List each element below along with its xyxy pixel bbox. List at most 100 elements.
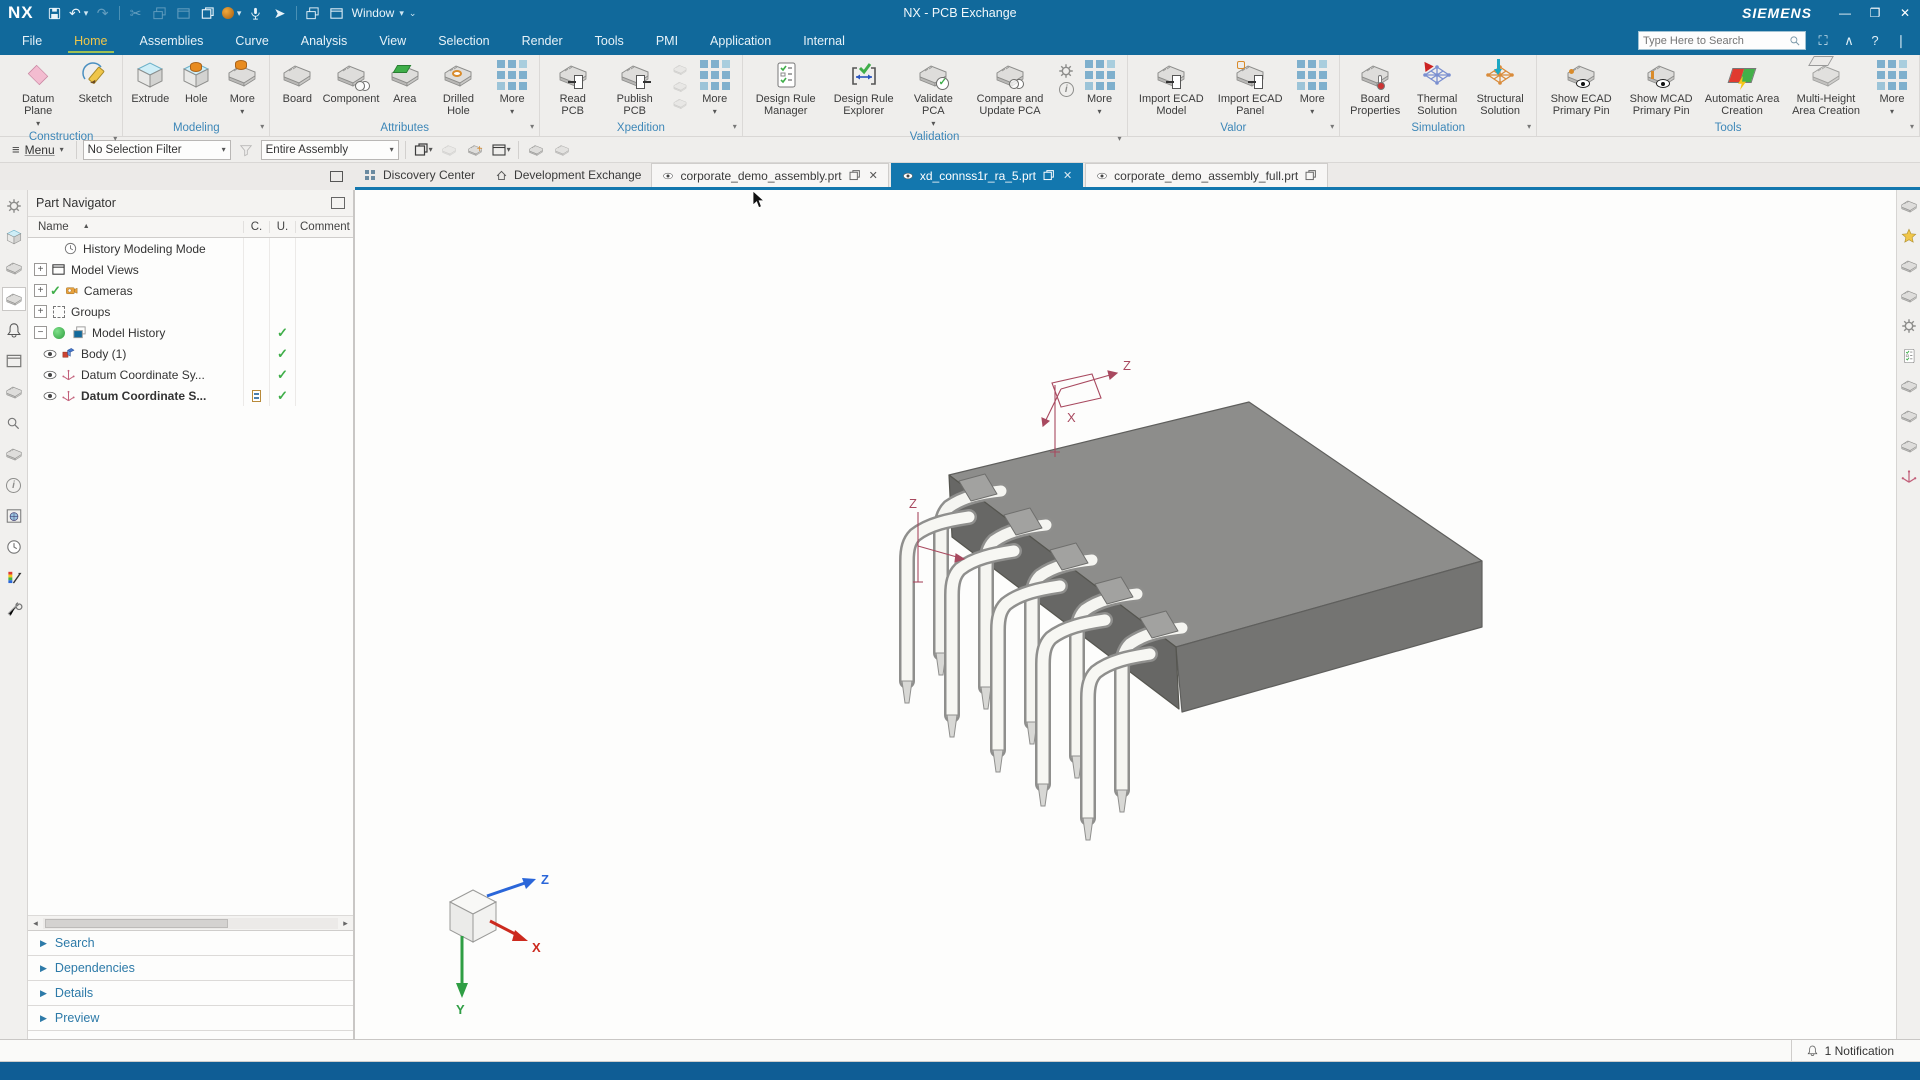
- copy-button[interactable]: [149, 3, 171, 23]
- cascade-windows-button[interactable]: [302, 3, 324, 23]
- new-window-button[interactable]: [326, 3, 348, 23]
- minimize-ribbon-icon[interactable]: ∧: [1840, 33, 1858, 49]
- show-only-button[interactable]: +: [464, 140, 486, 160]
- menu-render[interactable]: Render: [506, 29, 579, 53]
- menu-application[interactable]: Application: [694, 29, 787, 53]
- design-rules-icon[interactable]: [1899, 346, 1919, 366]
- component-icon[interactable]: [1899, 376, 1919, 396]
- restore-button[interactable]: ❐: [1860, 0, 1890, 26]
- section-search[interactable]: ▶Search: [28, 931, 353, 956]
- validation-more-button[interactable]: More: [1077, 58, 1123, 119]
- assembly-navigator-icon[interactable]: [2, 225, 26, 249]
- touch-mode-button[interactable]: [197, 3, 219, 23]
- tree-row-groups[interactable]: + Groups: [28, 301, 353, 322]
- panel-dock-icon[interactable]: [331, 197, 345, 209]
- design-rule-explorer-button[interactable]: Design Rule Explorer: [825, 58, 903, 118]
- import-ecad-model-button[interactable]: Import ECAD Model: [1132, 58, 1212, 118]
- menu-view[interactable]: View: [363, 29, 422, 53]
- selection-scope-dropdown[interactable]: Entire Assembly▾: [261, 140, 399, 160]
- menu-home[interactable]: Home: [58, 29, 123, 53]
- tab-discovery-center[interactable]: Discovery Center: [355, 163, 485, 187]
- minimize-button[interactable]: —: [1830, 0, 1860, 26]
- xpedition-more-button[interactable]: More: [692, 58, 738, 119]
- tab-corporate-demo-assembly-full[interactable]: corporate_demo_assembly_full.prt: [1085, 163, 1328, 187]
- menu-assemblies[interactable]: Assemblies: [124, 29, 220, 53]
- tab-development-exchange[interactable]: Development Exchange: [485, 163, 651, 187]
- save-button[interactable]: [44, 3, 66, 23]
- package-icon[interactable]: [2, 349, 26, 373]
- menu-tools[interactable]: Tools: [579, 29, 640, 53]
- section-details[interactable]: ▶Details: [28, 981, 353, 1006]
- import-ecad-panel-button[interactable]: Import ECAD Panel: [1211, 58, 1289, 118]
- part-search-icon[interactable]: [2, 411, 26, 435]
- expand-icon[interactable]: +: [34, 284, 47, 297]
- structural-solution-button[interactable]: Structural Solution: [1468, 58, 1532, 118]
- snap-point-button[interactable]: ▾: [412, 140, 434, 160]
- disabled-pcb-icon[interactable]: [671, 79, 689, 94]
- eye-icon[interactable]: [42, 390, 58, 402]
- notification-button[interactable]: 1 Notification: [1791, 1040, 1920, 1061]
- ribbon-footer-valor[interactable]: Valor: [1130, 119, 1338, 136]
- settings-icon[interactable]: [1899, 316, 1919, 336]
- tree-row-datum-csys-1[interactable]: Datum Coordinate Sy... ✓: [28, 364, 353, 385]
- menu-internal[interactable]: Internal: [787, 29, 861, 53]
- filter-icon[interactable]: [235, 140, 257, 160]
- information-icon[interactable]: [2, 473, 26, 497]
- read-pcb-button[interactable]: Read PCB: [544, 58, 601, 118]
- section-preview[interactable]: ▶Preview: [28, 1006, 353, 1031]
- pin-tab-icon[interactable]: [1304, 169, 1317, 182]
- validation-info-icon[interactable]: [1059, 82, 1074, 97]
- tree-row-model-history[interactable]: − Model History ✓: [28, 322, 353, 343]
- menu-pmi[interactable]: PMI: [640, 29, 694, 53]
- tab-corporate-demo-assembly[interactable]: corporate_demo_assembly.prt ✕: [651, 163, 888, 187]
- tree-column-header[interactable]: Name C. U. Comment: [28, 216, 353, 238]
- highlight-button[interactable]: [438, 140, 460, 160]
- show-ecad-primary-pin-button[interactable]: Show ECAD Primary Pin: [1541, 58, 1621, 118]
- pin-tab-icon[interactable]: [848, 169, 861, 182]
- thermal-solution-button[interactable]: Thermal Solution: [1406, 58, 1468, 118]
- help-icon[interactable]: ?: [1866, 33, 1884, 48]
- command-finder-button[interactable]: ➤: [269, 3, 291, 23]
- show-mcad-primary-pin-button[interactable]: Show MCAD Primary Pin: [1621, 58, 1701, 118]
- automatic-area-creation-button[interactable]: Automatic Area Creation: [1701, 58, 1783, 118]
- part-navigator-icon[interactable]: [2, 287, 26, 311]
- tab-xd-connss1r-ra-5[interactable]: xd_connss1r_ra_5.prt ✕: [891, 163, 1083, 187]
- board-button[interactable]: Board: [274, 58, 320, 106]
- drilled-hole-button[interactable]: Drilled Hole: [428, 58, 489, 118]
- window-menu[interactable]: Window: [352, 6, 395, 20]
- hole-button[interactable]: Hole: [173, 58, 219, 106]
- disabled-pcb-icon[interactable]: [671, 96, 689, 111]
- component-button[interactable]: Component: [320, 58, 381, 106]
- valor-more-button[interactable]: More: [1289, 58, 1335, 119]
- tree-row-cameras[interactable]: + ✓ Cameras: [28, 280, 353, 301]
- settings-icon[interactable]: [2, 194, 26, 218]
- ribbon-footer-attributes[interactable]: Attributes: [272, 119, 537, 136]
- datum-csys-icon[interactable]: [1899, 466, 1919, 486]
- validate-pca-button[interactable]: Validate PCA: [903, 58, 964, 131]
- menu-file[interactable]: File: [6, 29, 58, 53]
- paste-button[interactable]: [173, 3, 195, 23]
- datum-plane-button[interactable]: Datum Plane: [4, 58, 72, 131]
- validation-status-icon[interactable]: [1899, 196, 1919, 216]
- undo-button[interactable]: ↶▾: [68, 3, 90, 23]
- attributes-more-button[interactable]: More: [489, 58, 535, 119]
- web-browser-icon[interactable]: [2, 504, 26, 528]
- ribbon-footer-xpedition[interactable]: Xpedition: [542, 119, 740, 136]
- expand-icon[interactable]: +: [34, 305, 47, 318]
- graphics-window[interactable]: Z X Z Z X Y: [355, 190, 1896, 1039]
- menu-curve[interactable]: Curve: [219, 29, 284, 53]
- mentor-star-icon[interactable]: [1899, 226, 1919, 246]
- notification-flag-icon[interactable]: ❘: [1892, 33, 1910, 49]
- ribbon-footer-simulation[interactable]: Simulation: [1342, 119, 1534, 136]
- search-input[interactable]: [1643, 35, 1789, 47]
- constraint-navigator-icon[interactable]: [2, 256, 26, 280]
- navigator-dock-icon[interactable]: [330, 171, 343, 182]
- multi-height-area-creation-button[interactable]: Multi-Height Area Creation: [1783, 58, 1869, 118]
- window-chip-alt-button[interactable]: [551, 140, 573, 160]
- menu-selection[interactable]: Selection: [422, 29, 505, 53]
- compare-update-pca-button[interactable]: Compare and Update PCA: [964, 58, 1056, 118]
- mcad-model-icon[interactable]: [1899, 286, 1919, 306]
- close-button[interactable]: ✕: [1890, 0, 1920, 26]
- modeling-more-button[interactable]: More: [219, 58, 265, 119]
- area-target-icon[interactable]: [1899, 406, 1919, 426]
